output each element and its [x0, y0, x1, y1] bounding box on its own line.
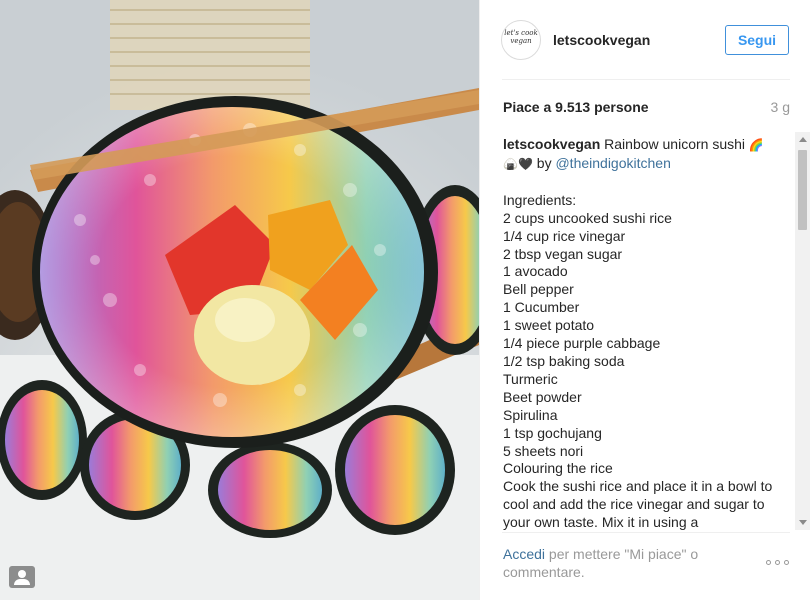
- caption-line: Spirulina: [503, 406, 558, 423]
- caption-line: 1/2 tsp baking soda: [503, 352, 625, 369]
- avatar[interactable]: let's cook vegan: [501, 20, 541, 60]
- rainbow-emoji-icon: 🌈: [748, 138, 764, 152]
- likes-row: Piace a 9.513 persone 3 g: [503, 99, 790, 117]
- caption-line: Cook the sushi rice and place it in a bo…: [503, 478, 773, 531]
- caption-header: letscookvegan Rainbow unicorn sushi 🌈 🍙🖤…: [503, 136, 785, 174]
- caption-line: 1 sweet potato: [503, 317, 595, 334]
- username-link[interactable]: letscookvegan: [553, 32, 650, 48]
- caption-line: 2 cups uncooked sushi rice: [503, 209, 672, 226]
- likes-count[interactable]: Piace a 9.513 persone: [503, 99, 649, 115]
- login-link[interactable]: Accedi: [503, 546, 545, 562]
- post-photo[interactable]: [0, 0, 479, 600]
- rainbow-sushi-photo: [0, 0, 479, 600]
- header-divider: [502, 79, 790, 80]
- caption-line: 1/4 cup rice vinegar: [503, 227, 626, 244]
- caption-line: 1 avocado: [503, 263, 568, 280]
- caption-line: 5 sheets nori: [503, 442, 584, 459]
- caption-line: Bell pepper: [503, 281, 574, 298]
- more-options-icon[interactable]: [766, 560, 790, 568]
- caption-line: 1/4 piece purple cabbage: [503, 335, 661, 352]
- caption-line: Colouring the rice: [503, 460, 613, 477]
- scroll-up-arrow-icon[interactable]: [799, 137, 807, 142]
- caption-body: Ingredients: 2 cups uncooked sushi rice 1/…: [503, 192, 785, 531]
- caption-line: 1 tsp gochujang: [503, 424, 602, 441]
- post-header: let's cook vegan letscookvegan Segui: [480, 0, 812, 80]
- scroll-thumb[interactable]: [798, 150, 807, 230]
- by-text: by: [536, 154, 552, 171]
- caption-spacer: [503, 174, 785, 192]
- user-tag-icon[interactable]: [9, 566, 35, 588]
- footer-divider: [502, 532, 790, 533]
- caption-title: Rainbow unicorn sushi: [604, 136, 746, 152]
- rice-ball-heart-emoji-icon: 🍙🖤: [503, 156, 533, 171]
- caption-line: 1 Cucumber: [503, 299, 580, 316]
- post-details-panel: let's cook vegan letscookvegan Segui Pia…: [479, 0, 812, 600]
- scroll-down-arrow-icon[interactable]: [799, 520, 807, 525]
- caption-line: Beet powder: [503, 388, 582, 405]
- caption-line: 2 tbsp vegan sugar: [503, 245, 623, 262]
- caption-username[interactable]: letscookvegan: [503, 136, 600, 152]
- caption-line: Ingredients:: [503, 191, 577, 208]
- post-time[interactable]: 3 g: [771, 99, 790, 115]
- follow-button[interactable]: Segui: [725, 25, 789, 55]
- caption-scrollbar[interactable]: [795, 132, 810, 530]
- caption-scroll-area[interactable]: letscookvegan Rainbow unicorn sushi 🌈 🍙🖤…: [503, 136, 785, 531]
- login-prompt: Accedi per mettere "Mi piace" o commenta…: [503, 545, 763, 581]
- mention-link[interactable]: @theindigokitchen: [555, 155, 670, 171]
- caption-line: Turmeric: [503, 370, 558, 387]
